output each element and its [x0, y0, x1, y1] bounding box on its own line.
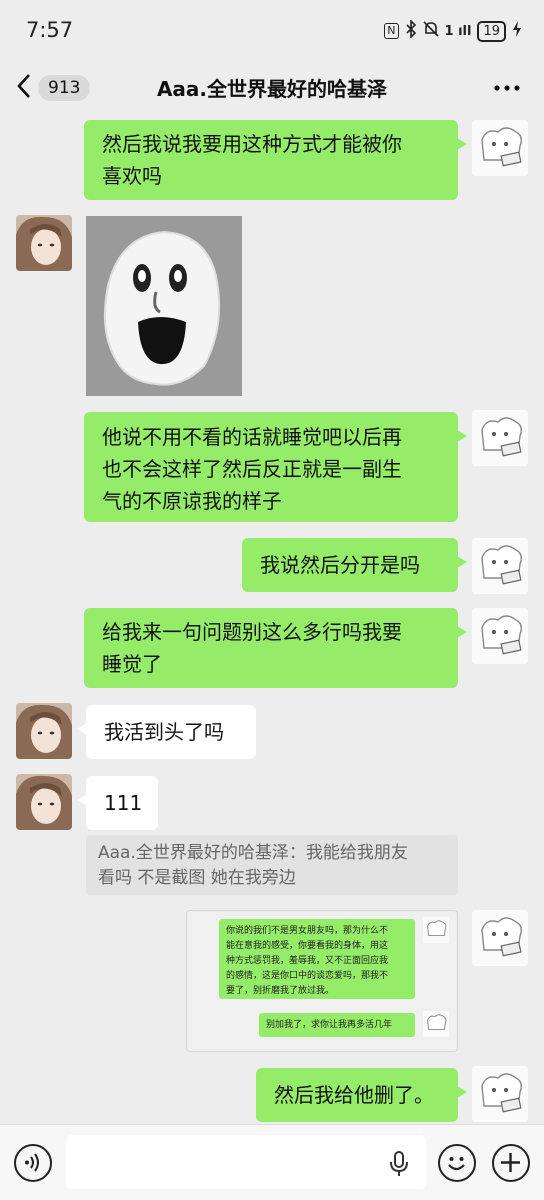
message-line: 睡觉了: [102, 652, 162, 676]
voice-icon[interactable]: [14, 1144, 52, 1182]
charging-icon: [512, 20, 522, 42]
screenshot-text-line: 的感情，这是你口中的谈恋爱吗，那我不: [226, 971, 389, 981]
battery-icon: 19: [477, 20, 506, 42]
more-dots-icon[interactable]: [492, 78, 522, 98]
screenshot-text-line: 别加我了，求你让我再多活几年: [266, 1020, 393, 1030]
bluetooth-icon: [405, 19, 417, 42]
laughing-blob-sticker[interactable]: [86, 216, 242, 396]
message-line: 然后我说我要用这种方式才能被你: [102, 132, 402, 156]
quote-line: 看吗 不是截图 她在我旁边: [98, 868, 296, 888]
message-line: 喜欢吗: [102, 164, 162, 188]
emoji-icon[interactable]: [438, 1144, 476, 1182]
screenshot-text-line: 你说的我们不是男女朋友吗，那为什么不: [226, 926, 389, 936]
plus-icon[interactable]: [492, 1144, 530, 1182]
message-bubble-outgoing[interactable]: 我说然后分开是吗: [242, 538, 467, 592]
status-time: 7:57: [26, 18, 74, 42]
screenshot-image[interactable]: 你说的我们不是男女朋友吗，那为什么不 能在意我的感受，你要看我的身体，用这 种方…: [186, 910, 458, 1052]
message-line: 然后我给他删了。: [274, 1083, 434, 1107]
my-avatar[interactable]: [472, 910, 528, 966]
message-bubble-incoming[interactable]: 我活到头了吗: [77, 705, 256, 759]
my-avatar[interactable]: [472, 608, 528, 664]
message-line: 气的不原谅我的样子: [102, 489, 282, 513]
status-bar: 7:57 N 1 ıll 19: [0, 0, 544, 60]
screenshot-text-line: 要了，别折磨我了放过我。: [226, 986, 335, 996]
contact-avatar[interactable]: [16, 703, 72, 759]
screenshot-avatar: [423, 1011, 449, 1037]
message-line: 我说然后分开是吗: [260, 553, 420, 577]
screenshot-message-1: 你说的我们不是男女朋友吗，那为什么不 能在意我的感受，你要看我的身体，用这 种方…: [219, 919, 415, 999]
chat-title: Aaa.全世界最好的哈基泽: [156, 77, 388, 101]
message-bubble-outgoing[interactable]: 给我来一句问题别这么多行吗我要 睡觉了: [84, 608, 467, 688]
message-input[interactable]: [66, 1135, 426, 1189]
my-avatar[interactable]: [472, 410, 528, 466]
message-bubble-incoming[interactable]: 111: [77, 776, 158, 830]
my-avatar[interactable]: [472, 538, 528, 594]
message-line: 也不会这样了然后反正就是一副生: [102, 457, 402, 481]
screenshot-text-line: 能在意我的感受，你要看我的身体，用这: [226, 941, 389, 951]
mute-bell-icon: [422, 20, 439, 42]
my-avatar[interactable]: [472, 120, 528, 176]
screenshot-message-2: 别加我了，求你让我再多活几年: [259, 1013, 415, 1037]
message-line: 111: [104, 791, 143, 815]
message-line: 给我来一句问题别这么多行吗我要: [102, 620, 402, 644]
nfc-icon: N: [384, 23, 399, 39]
screenshot-text-line: 种方式惩罚我，羞辱我，又不正面回应我: [226, 956, 389, 966]
contact-avatar[interactable]: [16, 774, 72, 830]
message-line: 他说不用不看的话就睡觉吧以后再: [102, 425, 402, 449]
quote-line: Aaa.全世界最好的哈基泽：我能给我朋友: [98, 843, 408, 863]
chat-header: 913 Aaa.全世界最好的哈基泽: [0, 60, 544, 116]
contact-avatar[interactable]: [16, 215, 72, 271]
signal-icon: 1 ıll: [444, 23, 472, 39]
my-avatar[interactable]: [472, 1066, 528, 1122]
input-bar: [0, 1124, 544, 1200]
mic-icon[interactable]: [388, 1150, 410, 1178]
message-bubble-outgoing[interactable]: 然后我给他删了。: [256, 1068, 467, 1122]
screenshot-avatar: [423, 917, 449, 943]
quoted-reply[interactable]: Aaa.全世界最好的哈基泽：我能给我朋友 看吗 不是截图 她在我旁边: [86, 835, 458, 895]
status-icons: N 1 ıll 19: [384, 19, 522, 42]
message-bubble-outgoing[interactable]: 他说不用不看的话就睡觉吧以后再 也不会这样了然后反正就是一副生 气的不原谅我的样…: [84, 412, 467, 522]
message-bubble-outgoing[interactable]: 然后我说我要用这种方式才能被你 喜欢吗: [84, 120, 467, 200]
message-line: 我活到头了吗: [104, 720, 224, 744]
